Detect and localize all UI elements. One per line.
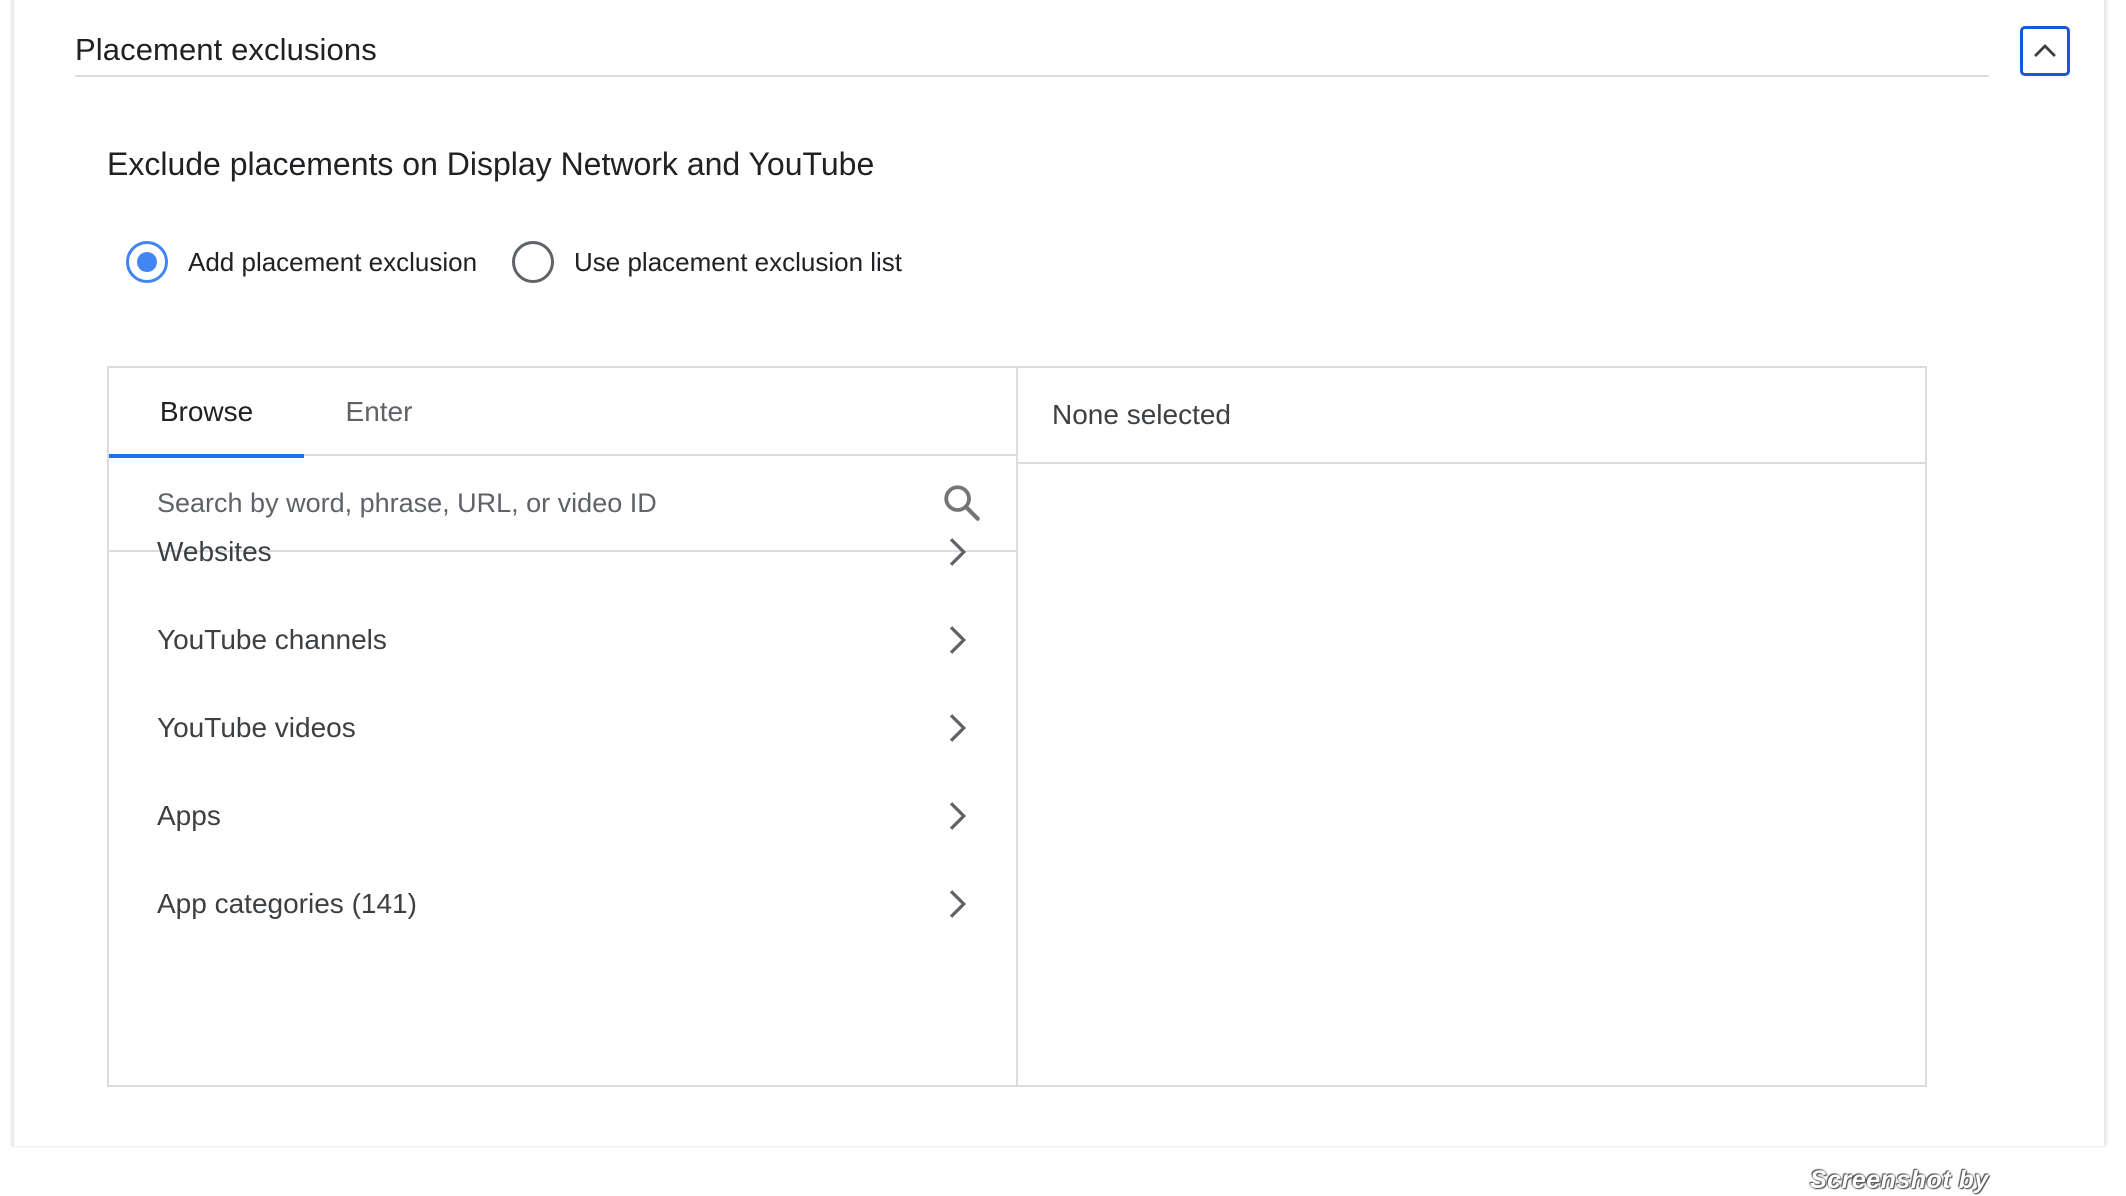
chevron-right-icon [949,714,967,742]
page: Placement exclusions Exclude placements … [0,0,2126,1196]
placement-exclusions-card: Placement exclusions Exclude placements … [12,0,2106,1146]
chevron-right-icon [949,538,967,566]
chevron-right-icon [949,890,967,918]
chevron-right-icon [949,626,967,654]
category-youtube-videos[interactable]: YouTube videos [109,684,1016,772]
category-label: Apps [157,800,221,831]
category-apps[interactable]: Apps [109,772,1016,860]
category-youtube-channels[interactable]: YouTube channels [109,596,1016,684]
none-selected-label: None selected [1052,399,1232,430]
header-divider [75,75,1989,77]
category-label: YouTube channels [157,624,387,655]
radio-label: Add placement exclusion [188,246,478,277]
radio-label: Use placement exclusion list [574,246,903,277]
tab-enter[interactable]: Enter [304,368,454,456]
category-label: Websites [157,536,272,567]
placement-picker-panel: Browse Enter Websites [107,366,1927,1087]
selected-header: None selected [1018,368,1925,464]
browse-pane: Browse Enter Websites [109,368,1018,1085]
collapse-button[interactable] [2020,26,2070,76]
category-app-categories[interactable]: App categories (141) [109,860,1016,948]
tab-bar: Browse Enter [109,368,1016,458]
radio-use-placement-exclusion-list[interactable]: Use placement exclusion list [512,241,902,283]
category-websites[interactable]: Websites [109,508,1016,596]
chevron-up-icon [2034,44,2056,57]
category-label: App categories (141) [157,888,417,919]
tab-browse[interactable]: Browse [109,368,304,458]
radio-add-placement-exclusion[interactable]: Add placement exclusion [126,241,477,283]
radio-button-checked[interactable] [126,241,168,283]
selected-pane: None selected [1018,368,1925,1085]
section-title: Placement exclusions [75,32,377,67]
radio-button-unchecked[interactable] [512,241,554,283]
chevron-right-icon [949,802,967,830]
watermark: Screenshot by Xnapper.com [1810,1166,1989,1196]
subtitle: Exclude placements on Display Network an… [107,146,875,182]
category-label: YouTube videos [157,712,356,743]
